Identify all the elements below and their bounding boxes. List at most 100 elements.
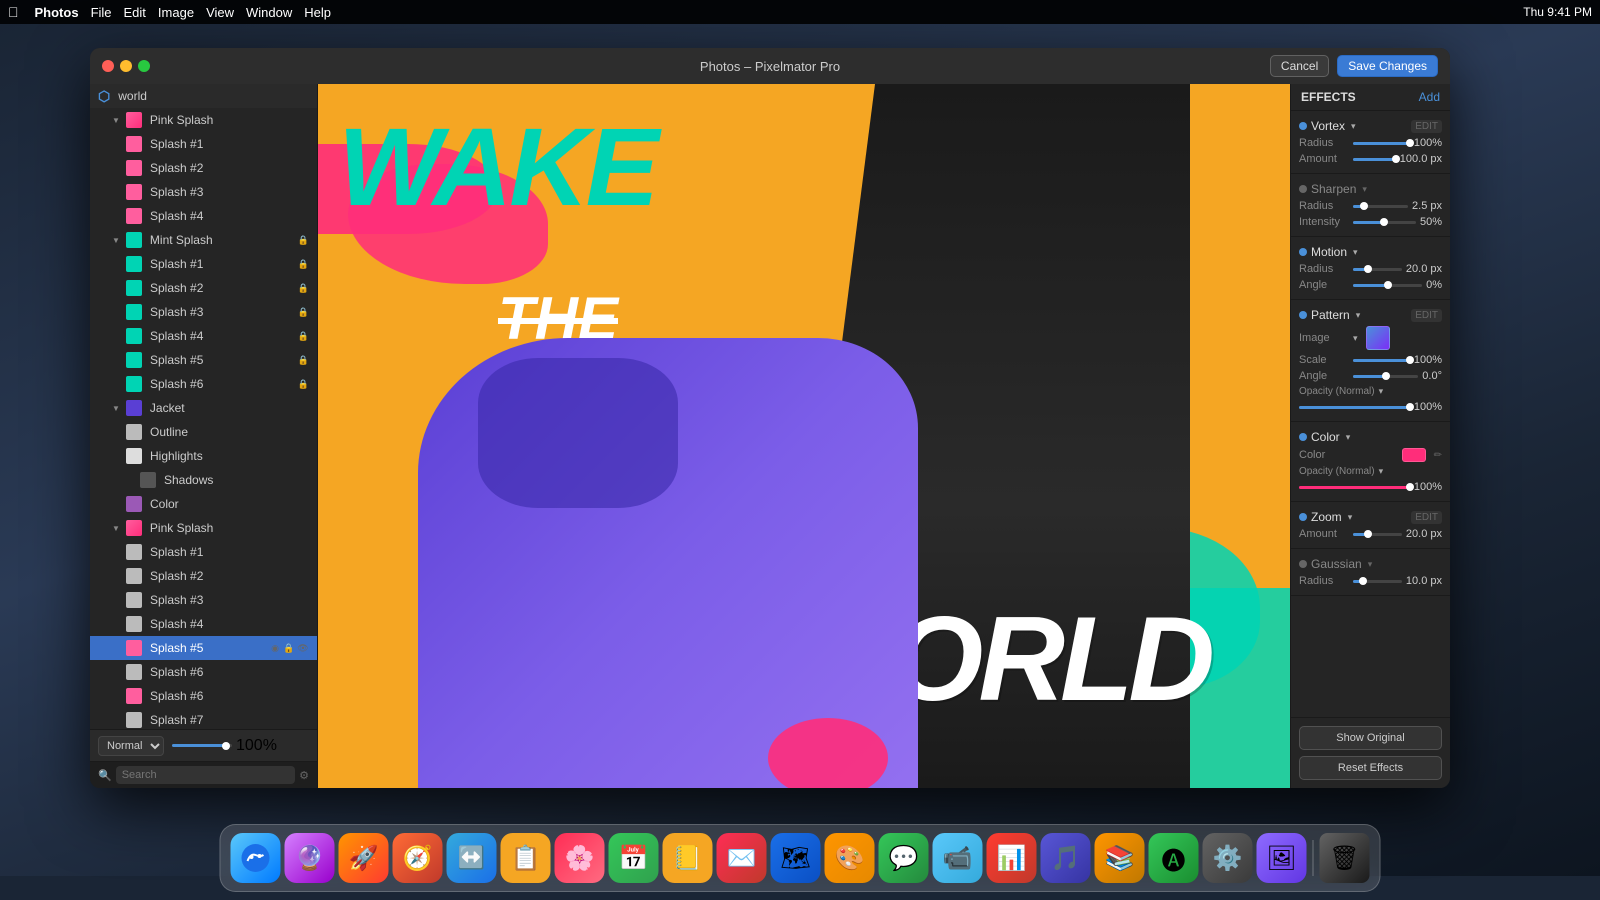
effect-enabled-dot[interactable] [1299,311,1307,319]
siri-icon[interactable]: 🔮 [285,833,335,883]
list-item[interactable]: Highlights [90,444,317,468]
radius-slider[interactable] [1353,205,1408,208]
menu-photos[interactable]: Photos [35,5,79,20]
color-swatch[interactable] [1402,448,1426,462]
effect-enabled-dot[interactable] [1299,433,1307,441]
list-item[interactable]: Splash #3 [90,180,317,204]
menu-help[interactable]: Help [304,5,331,20]
effect-zoom-header[interactable]: Zoom ▾ EDIT [1291,508,1450,526]
intensity-slider[interactable] [1353,221,1416,224]
list-item[interactable]: Splash #1 🔒 [90,252,317,276]
effect-color-header[interactable]: Color ▾ [1291,428,1450,446]
menu-image[interactable]: Image [158,5,194,20]
list-item[interactable]: Splash #6 [90,660,317,684]
cancel-button[interactable]: Cancel [1270,55,1329,77]
lock-icon-row[interactable]: 🔒 [283,642,295,654]
effect-disabled-dot[interactable] [1299,560,1307,568]
list-item-selected[interactable]: Splash #5 ◉ 🔒 👁 [90,636,317,660]
layer-group-mint-splash[interactable]: ▼ Mint Splash 🔒 [90,228,317,252]
show-original-button[interactable]: Show Original [1299,726,1442,750]
settings-icon[interactable]: ⚙ [299,769,309,782]
music-icon[interactable]: 🎵 [1041,833,1091,883]
list-item[interactable]: Splash #3 [90,588,317,612]
list-item[interactable]: Splash #4 [90,204,317,228]
calendar-icon[interactable]: 📅 [609,833,659,883]
messages-icon[interactable]: 💬 [879,833,929,883]
photo-library-icon[interactable]: 🖼 [1257,833,1307,883]
list-item[interactable]: Splash #1 [90,540,317,564]
close-button[interactable] [102,60,114,72]
mail-icon[interactable]: ✉️ [717,833,767,883]
list-item[interactable]: Outline [90,420,317,444]
menu-file[interactable]: File [91,5,112,20]
appstore-icon[interactable]: 🅐 [1149,833,1199,883]
amount-slider[interactable] [1353,158,1396,161]
search-input[interactable] [116,766,295,784]
apple-menu[interactable]:  [8,4,19,20]
layer-group-pink-splash-1[interactable]: ▼ Pink Splash [90,108,317,132]
pencil-icon[interactable]: ✏ [1434,450,1442,461]
preferences-icon[interactable]: ⚙️ [1203,833,1253,883]
effect-edit-button[interactable]: EDIT [1411,511,1442,524]
migration-icon[interactable]: ↔️ [447,833,497,883]
angle-slider[interactable] [1353,284,1422,287]
visible-icon[interactable]: 👁 [297,642,309,654]
effect-edit-button[interactable]: EDIT [1411,120,1442,133]
blend-mode-select[interactable]: Normal [98,736,164,756]
menu-window[interactable]: Window [246,5,292,20]
list-item[interactable]: Shadows [90,468,317,492]
maximize-button[interactable] [138,60,150,72]
minimize-button[interactable] [120,60,132,72]
list-item[interactable]: Splash #2 🔒 [90,276,317,300]
eye-icon[interactable]: ◉ [269,642,281,654]
finder-icon[interactable] [231,833,281,883]
maps-icon[interactable]: 🗺 [771,833,821,883]
menu-edit[interactable]: Edit [124,5,146,20]
amount-slider[interactable] [1353,533,1402,536]
layer-root[interactable]: ⬡ world [90,84,317,108]
safari-icon[interactable]: 🧭 [393,833,443,883]
list-item[interactable]: Splash #1 [90,132,317,156]
opacity-slider[interactable] [1299,406,1410,409]
angle-slider[interactable] [1353,375,1418,378]
opacity-slider[interactable] [1299,486,1410,489]
list-item[interactable]: Splash #6 [90,684,317,708]
radius-slider[interactable] [1353,268,1402,271]
trash-icon[interactable]: 🗑 [1320,833,1370,883]
effect-gaussian-header[interactable]: Gaussian ▾ [1291,555,1450,573]
radius-slider[interactable] [1353,580,1402,583]
effect-vortex-header[interactable]: Vortex ▾ EDIT [1291,117,1450,135]
list-item[interactable]: Splash #2 [90,564,317,588]
layer-group-jacket[interactable]: ▼ Jacket [90,396,317,420]
list-item[interactable]: Splash #5 🔒 [90,348,317,372]
launchpad-icon[interactable]: 🚀 [339,833,389,883]
list-item[interactable]: Splash #6 🔒 [90,372,317,396]
list-item[interactable]: Color [90,492,317,516]
contacts-icon[interactable]: 📒 [663,833,713,883]
effect-sharpen-header[interactable]: Sharpen ▾ [1291,180,1450,198]
layer-group-pink-splash-2[interactable]: ▼ Pink Splash [90,516,317,540]
numbers-icon[interactable]: 📊 [987,833,1037,883]
effect-edit-button[interactable]: EDIT [1411,309,1442,322]
facetime-icon[interactable]: 📹 [933,833,983,883]
pattern-swatch[interactable] [1366,326,1390,350]
list-item[interactable]: Splash #2 [90,156,317,180]
list-item[interactable]: Splash #3 🔒 [90,300,317,324]
podcasts-icon[interactable]: 📚 [1095,833,1145,883]
opacity-slider[interactable] [172,744,232,747]
effect-pattern-header[interactable]: Pattern ▾ EDIT [1291,306,1450,324]
photos-icon[interactable]: 🌸 [555,833,605,883]
list-item[interactable]: Splash #4 🔒 [90,324,317,348]
effect-enabled-dot[interactable] [1299,513,1307,521]
reset-effects-button[interactable]: Reset Effects [1299,756,1442,780]
save-changes-button[interactable]: Save Changes [1337,55,1438,77]
list-item[interactable]: Splash #4 [90,612,317,636]
effect-enabled-dot[interactable] [1299,122,1307,130]
pixelmator-icon[interactable]: 🎨 [825,833,875,883]
scale-slider[interactable] [1353,359,1410,362]
list-item[interactable]: Splash #7 [90,708,317,729]
effect-motion-header[interactable]: Motion ▾ [1291,243,1450,261]
effect-enabled-dot[interactable] [1299,248,1307,256]
notes-icon[interactable]: 📋 [501,833,551,883]
menu-view[interactable]: View [206,5,234,20]
